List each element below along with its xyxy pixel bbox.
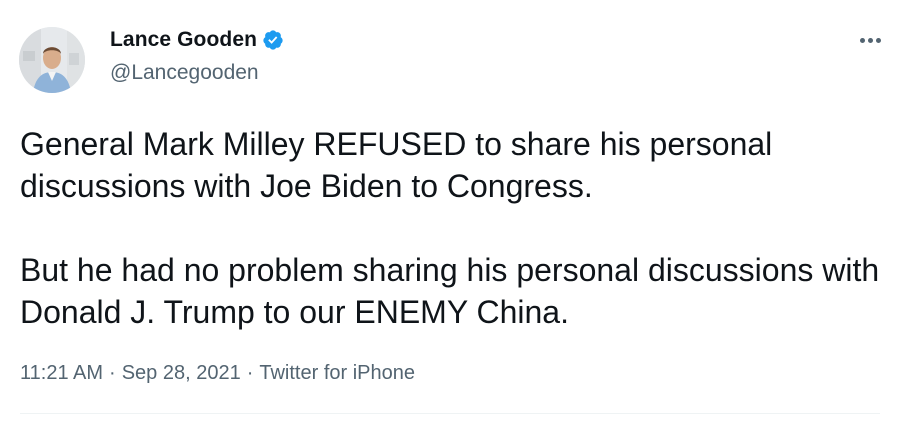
tweet-paragraph: But he had no problem sharing his person… <box>20 252 880 330</box>
meta-separator: · <box>246 362 254 384</box>
more-horizontal-icon <box>859 37 865 43</box>
author-handle[interactable]: @Lancegooden <box>110 61 259 85</box>
more-options-button[interactable] <box>855 28 885 52</box>
tweet-text: General Mark Milley REFUSED to share his… <box>20 123 890 333</box>
author-avatar[interactable] <box>19 27 85 93</box>
tweet-source[interactable]: Twitter for iPhone <box>259 362 415 385</box>
tweet-metadata: 11:21 AM · Sep 28, 2021 · Twitter for iP… <box>20 362 415 385</box>
more-dot <box>867 37 873 43</box>
author-display-name[interactable]: Lance Gooden <box>110 28 257 52</box>
verified-badge-icon <box>262 29 284 51</box>
tweet-paragraph: General Mark Milley REFUSED to share his… <box>20 126 773 204</box>
more-dot <box>875 37 881 43</box>
tweet-date[interactable]: Sep 28, 2021 <box>122 362 241 385</box>
tweet-card: Lance Gooden @Lancegooden General Mark M… <box>0 0 900 429</box>
author-name-row: Lance Gooden <box>110 28 284 52</box>
meta-separator: · <box>109 362 116 384</box>
tweet-time[interactable]: 11:21 AM <box>20 362 103 385</box>
divider <box>20 413 880 414</box>
avatar-image <box>19 27 85 93</box>
